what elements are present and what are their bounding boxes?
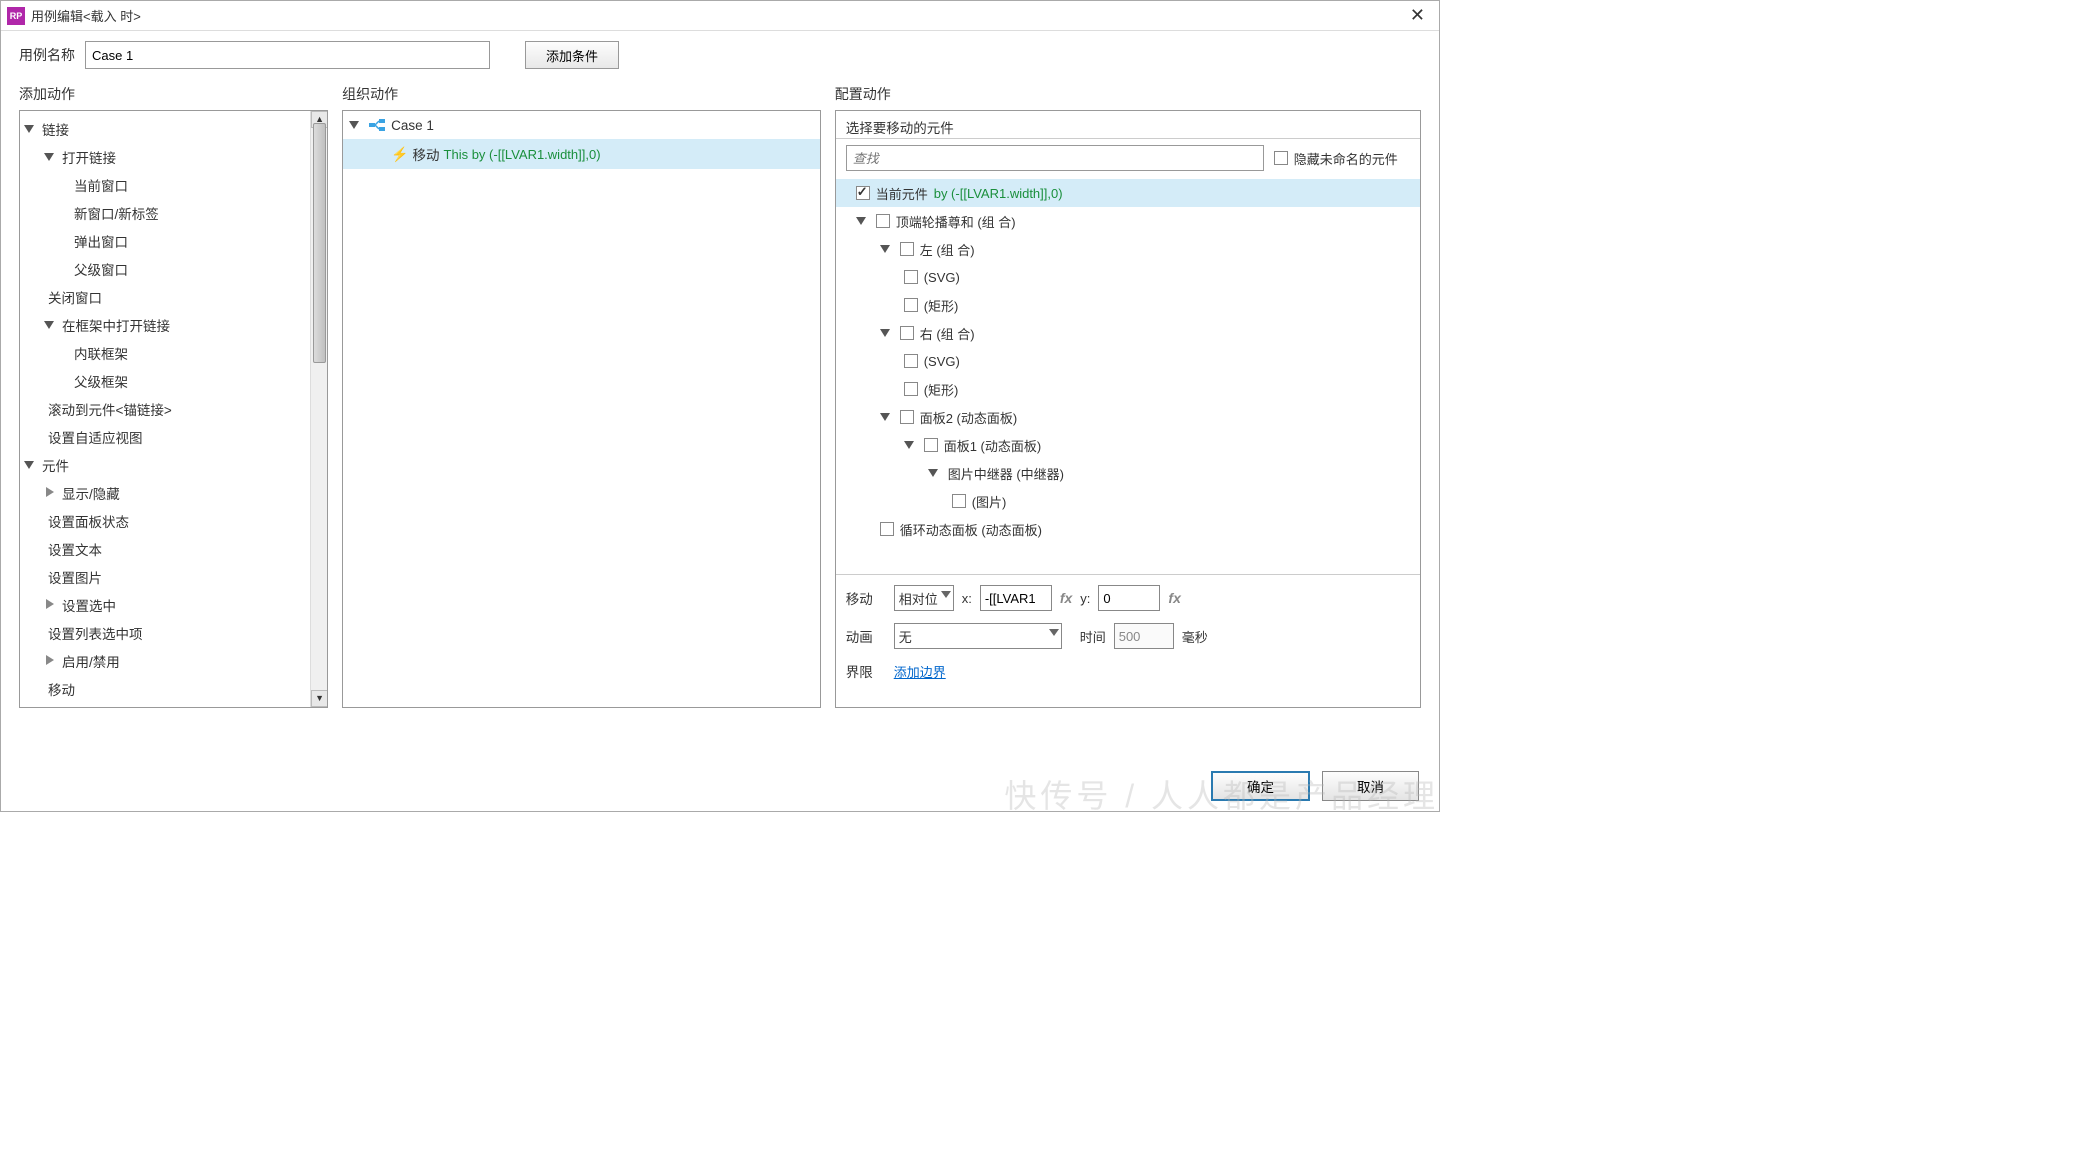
widget-panel1[interactable]: 面板1 (动态面板)	[836, 431, 1420, 459]
ms-label: 毫秒	[1182, 627, 1208, 646]
widget-top-carousel[interactable]: 顶端轮播尊和 (组 合)	[836, 207, 1420, 235]
widget-rect-1[interactable]: (矩形)	[836, 291, 1420, 319]
case-editor-dialog: RP 用例编辑<载入 时> ✕ 用例名称 添加条件 添加动作 链接 打开链接 当…	[0, 0, 1440, 812]
bounds-label: 界限	[846, 661, 886, 681]
scrollbar[interactable]: ▲ ▼	[310, 111, 327, 707]
tree-links[interactable]: 链接	[20, 115, 327, 143]
widget-rect-2[interactable]: (矩形)	[836, 375, 1420, 403]
add-action-header: 添加动作	[19, 84, 328, 110]
widget-svg-1[interactable]: (SVG)	[836, 263, 1420, 291]
tree-parent-window[interactable]: 父级窗口	[20, 255, 327, 283]
action-label: 移动	[413, 144, 440, 164]
tree-set-panel-state[interactable]: 设置面板状态	[20, 507, 327, 535]
y-fx-button[interactable]: fx	[1168, 590, 1180, 606]
scroll-down-icon[interactable]: ▼	[311, 690, 328, 707]
tree-show-hide[interactable]: 显示/隐藏	[20, 479, 327, 507]
tree-enable-disable[interactable]: 启用/禁用	[20, 647, 327, 675]
case-icon	[369, 119, 385, 131]
time-label: 时间	[1080, 627, 1106, 646]
action-param: This by (-[[LVAR1.width]],0)	[444, 147, 601, 162]
tree-open-link[interactable]: 打开链接	[20, 143, 327, 171]
widget-right-group[interactable]: 右 (组 合)	[836, 319, 1420, 347]
tree-adaptive-view[interactable]: 设置自适应视图	[20, 423, 327, 451]
organize-header: 组织动作	[342, 84, 821, 110]
x-input[interactable]	[980, 585, 1052, 611]
close-button[interactable]: ✕	[1402, 5, 1433, 26]
select-widget-prompt: 选择要移动的元件	[836, 111, 1420, 139]
widget-panel2[interactable]: 面板2 (动态面板)	[836, 403, 1420, 431]
tree-move[interactable]: 移动	[20, 675, 327, 703]
add-condition-button[interactable]: 添加条件	[525, 41, 619, 69]
tree-current-window[interactable]: 当前窗口	[20, 171, 327, 199]
tree-parent-frame[interactable]: 父级框架	[20, 367, 327, 395]
case-row[interactable]: Case 1	[343, 111, 820, 139]
widget-image[interactable]: (图片)	[836, 487, 1420, 515]
cancel-button[interactable]: 取消	[1322, 771, 1419, 801]
widget-tree: 当前元件 by (-[[LVAR1.width]],0) 顶端轮播尊和 (组 合…	[836, 177, 1420, 545]
configure-panel: 选择要移动的元件 隐藏未命名的元件 当前元件 by (-[[LVAR1.widt…	[835, 110, 1421, 708]
action-bolt-icon: ⚡	[391, 146, 408, 163]
move-mode-select[interactable]: 相对位	[894, 585, 954, 611]
time-input	[1114, 623, 1174, 649]
hide-unnamed-checkbox[interactable]	[1274, 151, 1288, 165]
widget-left-group[interactable]: 左 (组 合)	[836, 235, 1420, 263]
rp-logo-icon: RP	[7, 7, 25, 25]
widget-repeater[interactable]: 图片中继器 (中继器)	[836, 459, 1420, 487]
tree-open-in-frame[interactable]: 在框架中打开链接	[20, 311, 327, 339]
x-label: x:	[962, 591, 972, 606]
tree-set-text[interactable]: 设置文本	[20, 535, 327, 563]
case-label: Case 1	[391, 118, 434, 133]
widget-current[interactable]: 当前元件 by (-[[LVAR1.width]],0)	[836, 179, 1420, 207]
current-checkbox[interactable]	[856, 186, 870, 200]
action-library-panel: 链接 打开链接 当前窗口 新窗口/新标签 弹出窗口 父级窗口 关闭窗口 在框架中…	[19, 110, 328, 708]
y-label: y:	[1080, 591, 1090, 606]
tree-widgets[interactable]: 元件	[20, 451, 327, 479]
widget-search-input[interactable]	[846, 145, 1264, 171]
add-bounds-link[interactable]: 添加边界	[894, 662, 946, 681]
tree-set-image[interactable]: 设置图片	[20, 563, 327, 591]
widget-loop-panel[interactable]: 循环动态面板 (动态面板)	[836, 515, 1420, 543]
tree-inline-frame[interactable]: 内联框架	[20, 339, 327, 367]
titlebar: RP 用例编辑<载入 时> ✕	[1, 1, 1439, 31]
scroll-thumb[interactable]	[313, 123, 326, 363]
anim-label: 动画	[846, 626, 886, 646]
move-label: 移动	[846, 588, 886, 608]
tree-popup[interactable]: 弹出窗口	[20, 227, 327, 255]
config-form: 移动 相对位 x: fx y: fx 动画 无 时间 毫秒	[836, 574, 1420, 707]
x-fx-button[interactable]: fx	[1060, 590, 1072, 606]
move-action-row[interactable]: ⚡ 移动 This by (-[[LVAR1.width]],0)	[343, 139, 820, 169]
dialog-title: 用例编辑<载入 时>	[31, 6, 1402, 25]
tree-set-selected[interactable]: 设置选中	[20, 591, 327, 619]
widget-svg-2[interactable]: (SVG)	[836, 347, 1420, 375]
case-name-input[interactable]	[85, 41, 490, 69]
case-name-label: 用例名称	[19, 45, 75, 65]
case-actions-panel: Case 1 ⚡ 移动 This by (-[[LVAR1.width]],0)	[342, 110, 821, 708]
tree-scroll-anchor[interactable]: 滚动到元件<锚链接>	[20, 395, 327, 423]
anim-select[interactable]: 无	[894, 623, 1062, 649]
ok-button[interactable]: 确定	[1211, 771, 1310, 801]
tree-set-list-selected[interactable]: 设置列表选中项	[20, 619, 327, 647]
configure-header: 配置动作	[835, 84, 1421, 110]
case-name-row: 用例名称 添加条件	[1, 31, 1439, 79]
tree-new-window[interactable]: 新窗口/新标签	[20, 199, 327, 227]
tree-close-window[interactable]: 关闭窗口	[20, 283, 327, 311]
hide-unnamed-label: 隐藏未命名的元件	[1294, 149, 1398, 168]
dialog-footer: 确定 取消	[1211, 771, 1419, 801]
y-input[interactable]	[1098, 585, 1160, 611]
